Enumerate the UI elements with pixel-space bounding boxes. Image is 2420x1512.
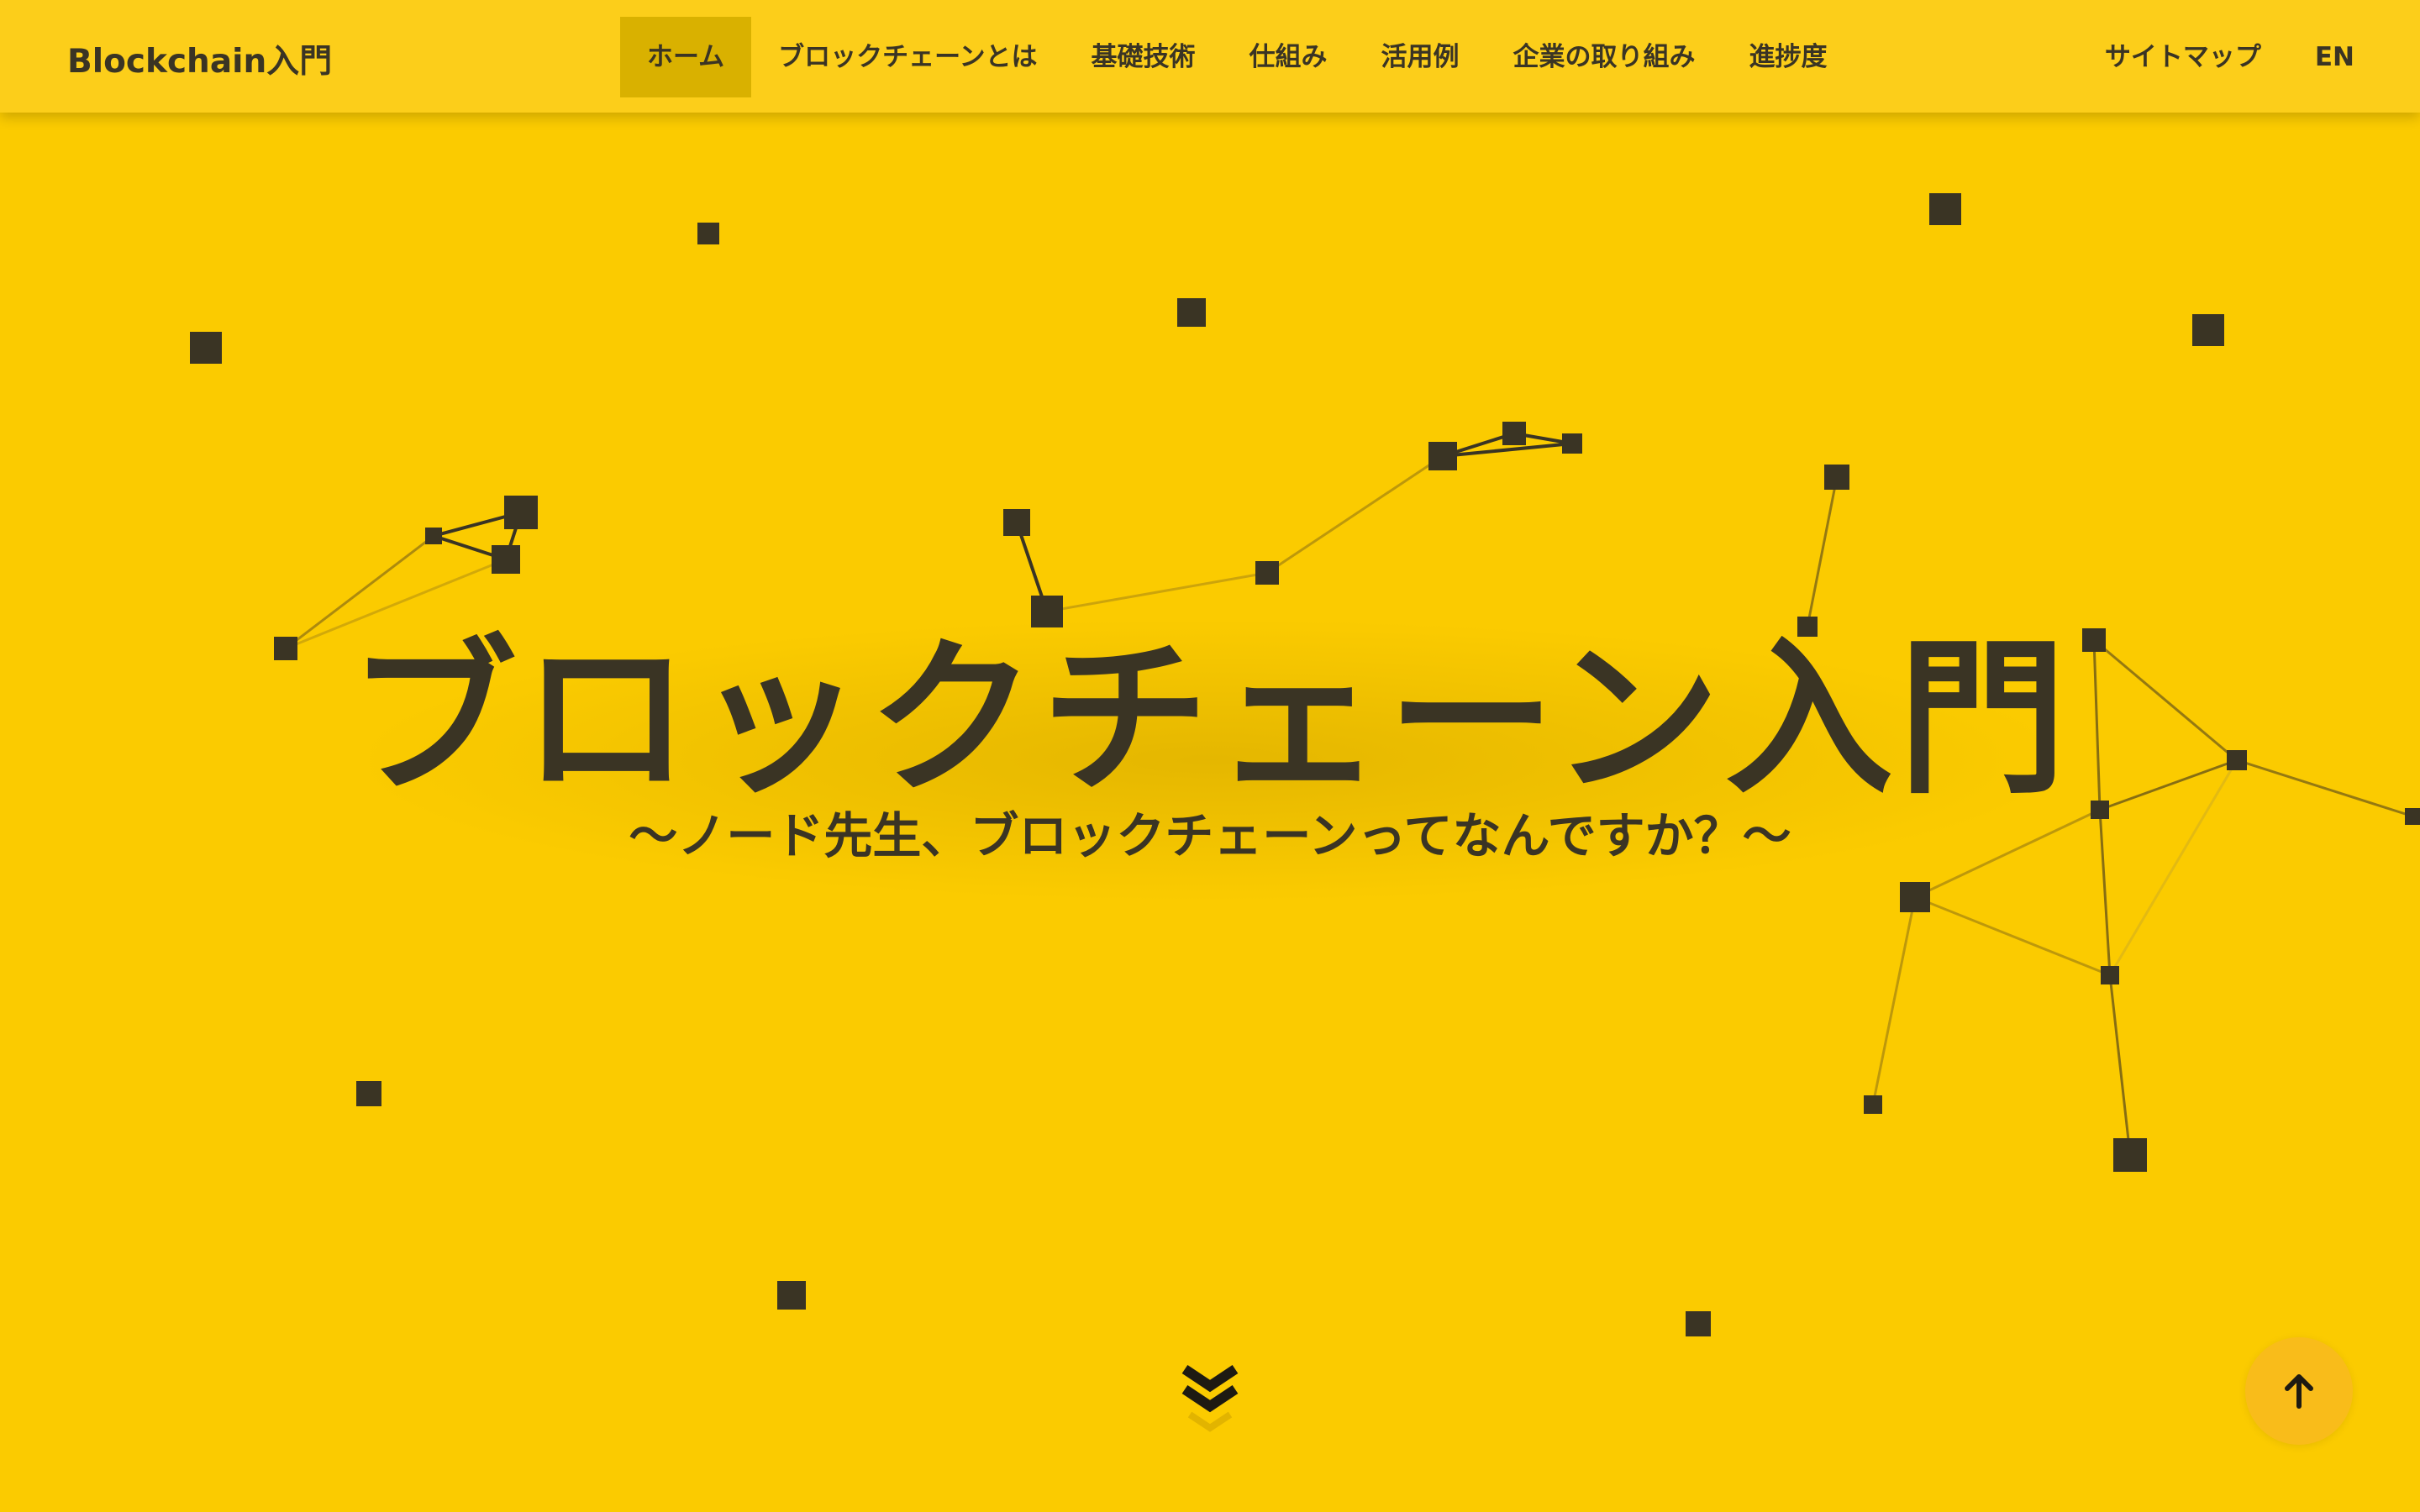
utility-nav: サイトマップ EN <box>2078 17 2381 97</box>
scroll-down-button[interactable] <box>1178 1362 1242 1435</box>
chevron-double-down-icon <box>1181 1365 1239 1432</box>
network-link <box>1265 454 1444 575</box>
main-nav: ホーム ブロックチェーンとは 基礎技術 仕組み 活用例 企業の取り組み 進捗度 <box>620 17 1854 97</box>
network-node <box>190 332 222 364</box>
network-node <box>1502 422 1526 445</box>
nav-item-home[interactable]: ホーム <box>620 17 752 97</box>
nav-item-progress[interactable]: 進捗度 <box>1723 17 1854 97</box>
hero-subtitle: 〜ノード先生、ブロックチェーンってなんですか？〜 <box>629 807 1791 864</box>
network-node <box>777 1281 806 1310</box>
network-node <box>504 496 538 529</box>
site-header: Blockchain入門 ホーム ブロックチェーンとは 基礎技術 仕組み 活用例… <box>0 0 2420 113</box>
sitemap-link[interactable]: サイトマップ <box>2078 17 2288 97</box>
nav-item-mechanism[interactable]: 仕組み <box>1223 17 1355 97</box>
nav-item-use-cases[interactable]: 活用例 <box>1355 17 1486 97</box>
network-node <box>1929 193 1961 225</box>
network-node <box>492 545 520 574</box>
network-node <box>425 528 442 544</box>
hero-title: ブロックチェーン入門 <box>348 622 2071 817</box>
network-node <box>1686 1311 1711 1336</box>
nav-item-enterprise[interactable]: 企業の取り組み <box>1486 17 1723 97</box>
network-link <box>1045 571 1269 613</box>
network-node <box>1177 298 1206 327</box>
network-node <box>1003 509 1030 536</box>
arrow-up-icon <box>2285 1374 2313 1409</box>
network-node <box>2192 314 2224 346</box>
network-node <box>1864 1095 1882 1114</box>
nav-item-basic-tech[interactable]: 基礎技術 <box>1065 17 1223 97</box>
network-node <box>2101 966 2119 984</box>
network-node <box>1255 561 1279 585</box>
network-link <box>1806 475 1839 628</box>
language-toggle[interactable]: EN <box>2288 17 2381 97</box>
network-node <box>697 223 719 244</box>
network-node <box>2113 1138 2147 1172</box>
network-link <box>1913 895 2112 977</box>
network-node <box>1824 465 1849 490</box>
network-link <box>2108 974 2132 1157</box>
network-node <box>1562 433 1582 454</box>
page: Blockchain入門 ホーム ブロックチェーンとは 基礎技術 仕組み 活用例… <box>0 0 2420 1512</box>
network-node <box>1428 442 1457 470</box>
network-node <box>356 1081 381 1106</box>
nav-item-what-is-blockchain[interactable]: ブロックチェーンとは <box>751 17 1064 97</box>
back-to-top-button[interactable] <box>2245 1337 2353 1445</box>
site-logo[interactable]: Blockchain入門 <box>67 35 332 82</box>
network-link <box>1871 895 1917 1106</box>
